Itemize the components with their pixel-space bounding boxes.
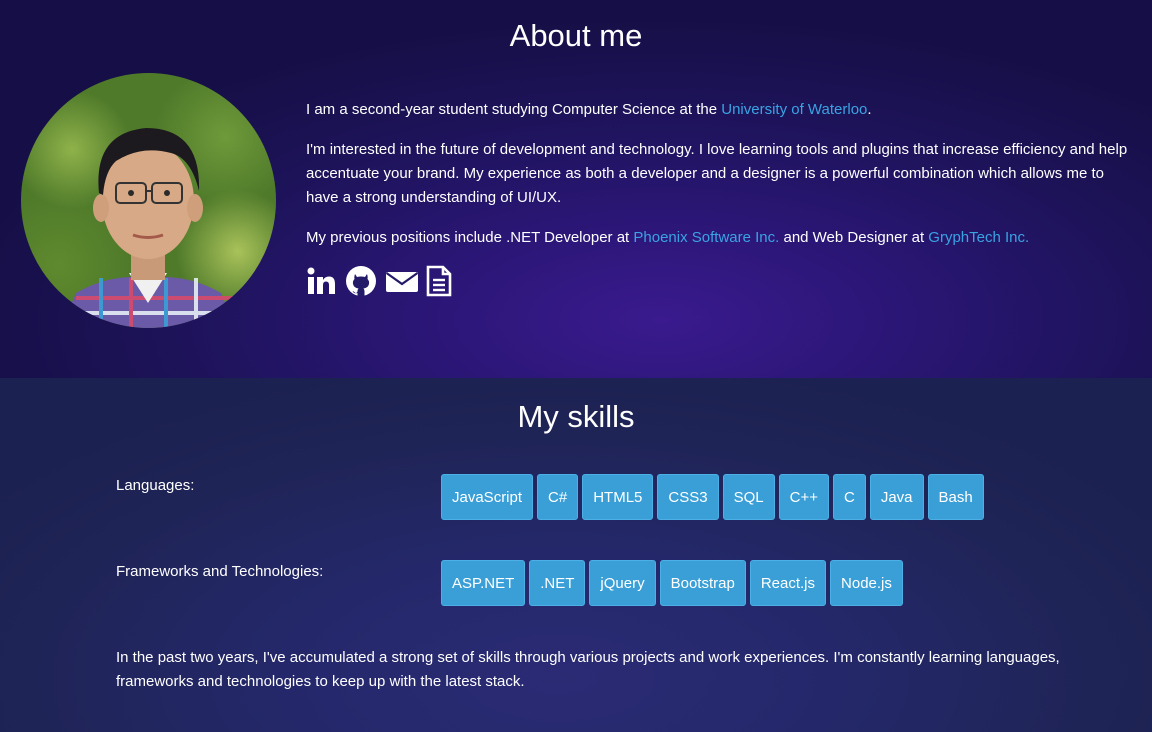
skill-tag: SQL — [722, 474, 775, 520]
about-text-span: I am a second-year student studying Comp… — [306, 101, 722, 118]
about-text-span: and Web Designer at — [779, 229, 929, 246]
envelope-icon[interactable] — [385, 265, 419, 299]
github-icon[interactable] — [345, 265, 377, 299]
skill-tag: React.js — [749, 560, 827, 606]
skill-tag: HTML5 — [582, 474, 654, 520]
gryphtech-link[interactable]: GryphTech Inc. — [928, 229, 1029, 246]
portrait-illustration — [61, 128, 241, 328]
skill-tag: C# — [537, 474, 579, 520]
skill-tag: Bootstrap — [659, 560, 746, 606]
skills-title: My skills — [517, 399, 635, 434]
about-paragraph-2: I'm interested in the future of developm… — [306, 141, 1128, 206]
skills-description: In the past two years, I've accumulated … — [116, 649, 1060, 690]
document-icon[interactable] — [425, 265, 457, 299]
languages-label: Languages: — [116, 477, 195, 494]
skill-tag: ASP.NET — [441, 560, 526, 606]
profile-photo — [21, 73, 276, 328]
linkedin-icon[interactable] — [305, 265, 337, 299]
about-paragraph-1: I am a second-year student studying Comp… — [306, 98, 1136, 122]
languages-tags: JavaScript C# HTML5 CSS3 SQL C++ C Java … — [441, 474, 984, 520]
phoenix-software-link[interactable]: Phoenix Software Inc. — [633, 229, 779, 246]
skill-tag: jQuery — [589, 560, 656, 606]
about-section: About me I am a second-year student stud… — [0, 0, 1152, 378]
about-paragraph-3: My previous positions include .NET Devel… — [306, 226, 1136, 250]
about-text-span: My previous positions include .NET Devel… — [306, 229, 634, 246]
skill-tag: JavaScript — [441, 474, 534, 520]
skill-tag: C++ — [778, 474, 829, 520]
frameworks-label: Frameworks and Technologies: — [116, 563, 324, 580]
skills-section: My skills Languages: JavaScript C# HTML5… — [0, 378, 1152, 732]
skill-tag: CSS3 — [657, 474, 719, 520]
about-title: About me — [509, 18, 643, 53]
about-text-span: . — [867, 101, 872, 118]
skill-tag: Bash — [927, 474, 984, 520]
social-links — [305, 265, 457, 299]
about-text: I am a second-year student studying Comp… — [306, 98, 1136, 266]
skill-tag: Node.js — [830, 560, 903, 606]
skill-tag: C — [832, 474, 866, 520]
skill-tag: Java — [869, 474, 924, 520]
skill-tag: .NET — [529, 560, 586, 606]
frameworks-tags: ASP.NET .NET jQuery Bootstrap React.js N… — [441, 560, 903, 606]
university-link[interactable]: University of Waterloo — [721, 101, 867, 118]
